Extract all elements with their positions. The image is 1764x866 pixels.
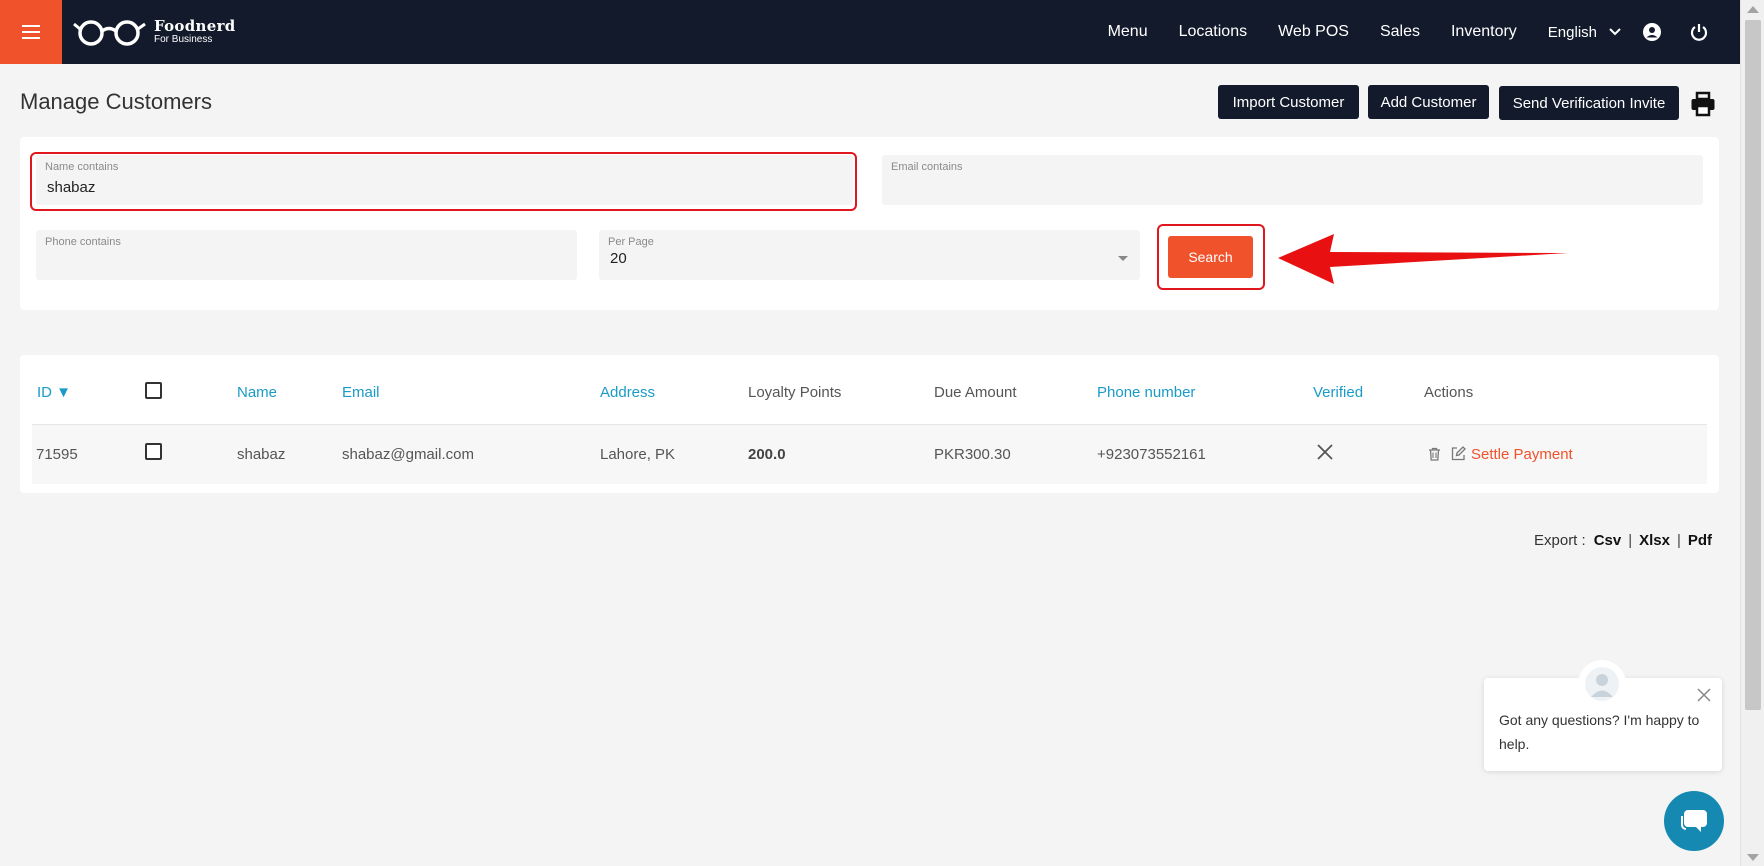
export-label: Export : [1534, 532, 1586, 549]
power-icon[interactable] [1690, 23, 1708, 41]
header-actions: Actions [1424, 384, 1474, 401]
export-separator: | [1628, 532, 1633, 549]
import-customer-button[interactable]: Import Customer [1218, 85, 1359, 119]
export-separator: | [1676, 532, 1681, 549]
scroll-down-icon[interactable] [1747, 854, 1759, 861]
cell-id: 71595 [36, 446, 78, 463]
email-filter-input[interactable] [893, 179, 1632, 196]
user-account-icon[interactable] [1643, 23, 1661, 41]
scroll-up-icon[interactable] [1747, 6, 1759, 13]
chat-launcher-button[interactable] [1664, 791, 1724, 851]
user-avatar-icon [1585, 667, 1619, 701]
brand-logo[interactable]: Foodnerd For Business [72, 17, 236, 47]
phone-filter-field[interactable]: Phone contains [36, 230, 577, 280]
chat-bubble-icon [1681, 810, 1707, 832]
search-button[interactable]: Search [1168, 236, 1253, 278]
cell-phone-number: +923073552161 [1097, 446, 1206, 463]
cell-loyalty-points: 200.0 [748, 446, 786, 463]
top-nav-bar: Foodnerd For Business Menu Locations Web… [0, 0, 1740, 64]
cell-email: shabaz@gmail.com [342, 446, 474, 463]
chat-agent-avatar [1578, 660, 1626, 708]
header-address[interactable]: Address [600, 384, 655, 401]
header-id[interactable]: ID ▼ [37, 384, 71, 401]
cell-address: Lahore, PK [600, 446, 676, 463]
phone-filter-input[interactable] [47, 254, 534, 271]
close-icon[interactable] [1696, 687, 1712, 703]
cell-due-amount: PKR300.30 [934, 446, 1011, 463]
cell-name: shabaz [237, 446, 286, 463]
per-page-label: Per Page [608, 236, 654, 248]
header-loyalty-points: Loyalty Points [748, 384, 842, 401]
per-page-select[interactable]: Per Page 20 [599, 230, 1140, 280]
page-scrollbar[interactable] [1740, 0, 1764, 866]
nav-locations[interactable]: Locations [1179, 23, 1248, 41]
chat-message: Got any questions? I'm happy to help. [1499, 712, 1700, 752]
edit-icon[interactable] [1451, 446, 1466, 461]
brand-name: Foodnerd [154, 17, 236, 35]
select-all-checkbox[interactable] [145, 382, 162, 399]
page-title: Manage Customers [20, 89, 212, 114]
export-bar: Export : Csv | Xlsx | Pdf [1534, 532, 1712, 549]
export-csv-link[interactable]: Csv [1594, 532, 1622, 549]
nav-inventory[interactable]: Inventory [1451, 23, 1517, 41]
red-pointer-arrow-icon [1278, 234, 1568, 284]
header-name[interactable]: Name [237, 384, 277, 401]
glasses-logo-icon [73, 20, 146, 46]
trash-icon[interactable] [1428, 447, 1441, 461]
main-nav: Menu Locations Web POS Sales Inventory E… [1108, 0, 1740, 64]
scroll-thumb[interactable] [1745, 20, 1761, 710]
row-checkbox[interactable] [145, 443, 162, 460]
email-filter-field[interactable]: Email contains [882, 155, 1703, 205]
header-phone-number[interactable]: Phone number [1097, 384, 1195, 401]
nav-menu[interactable]: Menu [1108, 23, 1148, 41]
language-label: English [1547, 23, 1597, 41]
header-email[interactable]: Email [342, 384, 380, 401]
export-xlsx-link[interactable]: Xlsx [1639, 532, 1670, 549]
x-icon [1317, 444, 1333, 460]
per-page-value: 20 [610, 250, 627, 267]
header-verified[interactable]: Verified [1313, 384, 1363, 401]
chevron-down-icon [1609, 28, 1621, 36]
phone-filter-label: Phone contains [45, 236, 121, 248]
printer-icon[interactable] [1690, 91, 1716, 122]
hamburger-menu-icon[interactable] [0, 0, 62, 64]
nav-sales[interactable]: Sales [1380, 23, 1420, 41]
nav-web-pos[interactable]: Web POS [1278, 23, 1349, 41]
email-filter-label: Email contains [891, 161, 963, 173]
settle-payment-link[interactable]: Settle Payment [1471, 446, 1573, 463]
brand-subtitle: For Business [154, 34, 213, 45]
language-selector[interactable]: English [1548, 24, 1621, 41]
caret-down-icon [1118, 256, 1128, 261]
name-field-highlight [30, 152, 857, 211]
add-customer-button[interactable]: Add Customer [1368, 85, 1489, 119]
header-due-amount: Due Amount [934, 384, 1017, 401]
send-verification-invite-button[interactable]: Send Verification Invite [1499, 86, 1679, 120]
export-pdf-link[interactable]: Pdf [1688, 532, 1712, 549]
